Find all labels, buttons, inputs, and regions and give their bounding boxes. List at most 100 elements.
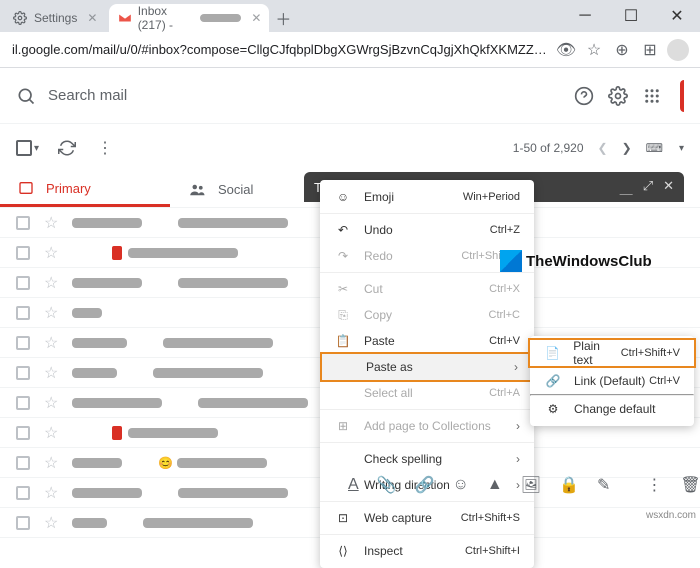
profile-icon[interactable] bbox=[664, 36, 692, 64]
tab-primary[interactable]: Primary bbox=[0, 172, 170, 207]
close-icon[interactable]: ✕ bbox=[87, 11, 97, 25]
redacted-text bbox=[72, 488, 142, 498]
menu-emoji[interactable]: ☺EmojiWin+Period bbox=[320, 184, 534, 210]
star-icon[interactable]: ☆ bbox=[44, 363, 58, 383]
image-icon[interactable]: 🖼 bbox=[521, 475, 541, 495]
menu-paste[interactable]: 📋PasteCtrl+V bbox=[320, 328, 534, 354]
redacted-text bbox=[128, 248, 238, 258]
search-box[interactable]: Search mail bbox=[16, 86, 572, 106]
star-icon[interactable]: ☆ bbox=[44, 423, 58, 443]
close-icon[interactable]: ✕ bbox=[663, 178, 674, 197]
tab-inbox[interactable]: Inbox (217) - ✕ bbox=[109, 4, 269, 32]
redacted-text bbox=[153, 368, 263, 378]
row-checkbox[interactable] bbox=[16, 276, 30, 290]
delete-icon[interactable]: 🗑 bbox=[680, 475, 700, 495]
paste-icon: 📋 bbox=[334, 334, 352, 348]
browser-titlebar: Settings ✕ Inbox (217) - ✕ ＋ ─ ☐ ✕ bbox=[0, 0, 700, 32]
row-checkbox[interactable] bbox=[16, 336, 30, 350]
close-icon[interactable]: ✕ bbox=[251, 11, 261, 25]
emoji-icon[interactable]: ☺ bbox=[453, 476, 469, 494]
prev-page-icon[interactable]: ❮ bbox=[598, 141, 608, 155]
format-icon[interactable]: A bbox=[348, 476, 359, 494]
menu-inspect[interactable]: ⟨⟩InspectCtrl+Shift+I bbox=[320, 538, 534, 564]
chevron-down-icon[interactable]: ▾ bbox=[679, 143, 684, 154]
inspect-icon: ⟨⟩ bbox=[334, 544, 352, 558]
chevron-right-icon: › bbox=[516, 452, 520, 466]
redacted-text bbox=[198, 398, 308, 408]
close-button[interactable]: ✕ bbox=[654, 0, 700, 32]
drive-icon[interactable]: ▲ bbox=[487, 476, 503, 494]
tab-settings[interactable]: Settings ✕ bbox=[4, 4, 105, 32]
apps-icon[interactable] bbox=[640, 84, 664, 108]
row-checkbox[interactable] bbox=[16, 306, 30, 320]
mail-toolbar: ▾ ⋮ 1-50 of 2,920 ❮ ❯ ⌨ ▾ bbox=[0, 124, 700, 172]
tab-label: Settings bbox=[34, 11, 77, 25]
submenu-change-default[interactable]: ⚙Change default bbox=[530, 396, 694, 422]
addon-icon[interactable]: ⊕ bbox=[608, 36, 636, 64]
select-all-checkbox[interactable] bbox=[16, 140, 32, 156]
menu-web-capture[interactable]: ⊡Web captureCtrl+Shift+S bbox=[320, 505, 534, 531]
star-icon[interactable]: ☆ bbox=[44, 213, 58, 233]
avatar[interactable] bbox=[680, 80, 684, 112]
context-menu: ☺EmojiWin+Period ↶UndoCtrl+Z ↷RedoCtrl+S… bbox=[320, 180, 534, 568]
star-icon[interactable]: ☆ bbox=[44, 303, 58, 323]
submenu-link[interactable]: 🔗Link (Default)Ctrl+V bbox=[530, 368, 694, 394]
reader-icon[interactable]: 👁 bbox=[552, 36, 580, 64]
row-checkbox[interactable] bbox=[16, 456, 30, 470]
star-icon[interactable]: ☆ bbox=[44, 393, 58, 413]
redacted-text bbox=[128, 428, 218, 438]
help-icon[interactable] bbox=[572, 84, 596, 108]
redacted-text bbox=[72, 458, 122, 468]
settings-icon[interactable] bbox=[606, 84, 630, 108]
more-icon[interactable]: ⋮ bbox=[95, 138, 115, 158]
star-icon[interactable]: ☆ bbox=[44, 243, 58, 263]
window-controls: ─ ☐ ✕ bbox=[562, 0, 700, 32]
minimize-icon[interactable]: ＿ bbox=[620, 178, 633, 197]
link-icon[interactable]: 🔗 bbox=[415, 475, 435, 495]
pagination-range: 1-50 of 2,920 bbox=[513, 141, 584, 155]
menu-add-collections[interactable]: ⊞Add page to Collections› bbox=[320, 413, 534, 439]
collections-icon: ⊞ bbox=[334, 419, 352, 433]
star-icon[interactable]: ☆ bbox=[44, 453, 58, 473]
people-icon bbox=[188, 181, 206, 199]
star-icon[interactable]: ☆ bbox=[44, 333, 58, 353]
collections-icon[interactable]: ⊞ bbox=[636, 36, 664, 64]
redacted-text bbox=[178, 218, 288, 228]
chevron-right-icon: › bbox=[516, 419, 520, 433]
redacted-text bbox=[72, 398, 162, 408]
submenu-plain-text[interactable]: 📄Plain textCtrl+Shift+V bbox=[530, 340, 694, 366]
more-icon[interactable]: ⋮ bbox=[646, 475, 662, 495]
favorite-icon[interactable]: ☆ bbox=[580, 36, 608, 64]
row-checkbox[interactable] bbox=[16, 396, 30, 410]
maximize-button[interactable]: ☐ bbox=[608, 0, 654, 32]
row-checkbox[interactable] bbox=[16, 486, 30, 500]
chevron-down-icon[interactable]: ▾ bbox=[34, 143, 39, 154]
row-checkbox[interactable] bbox=[16, 216, 30, 230]
redacted-text bbox=[200, 14, 241, 22]
row-checkbox[interactable] bbox=[16, 426, 30, 440]
link-icon: 🔗 bbox=[544, 374, 562, 388]
minimize-button[interactable]: ─ bbox=[562, 0, 608, 32]
refresh-icon[interactable] bbox=[57, 138, 77, 158]
row-checkbox[interactable] bbox=[16, 246, 30, 260]
redacted-text bbox=[72, 218, 142, 228]
row-checkbox[interactable] bbox=[16, 366, 30, 380]
keyboard-icon[interactable]: ⌨ bbox=[646, 141, 663, 155]
gear-icon: ⚙ bbox=[544, 402, 562, 416]
search-placeholder: Search mail bbox=[48, 87, 127, 104]
menu-paste-as[interactable]: Paste as› bbox=[322, 354, 532, 380]
expand-icon[interactable]: ⤢ bbox=[643, 178, 653, 197]
menu-cut[interactable]: ✂CutCtrl+X bbox=[320, 276, 534, 302]
menu-copy[interactable]: ⎘CopyCtrl+C bbox=[320, 302, 534, 328]
pen-icon[interactable]: ✎ bbox=[597, 475, 610, 495]
attach-icon[interactable]: 📎 bbox=[377, 475, 397, 495]
next-page-icon[interactable]: ❯ bbox=[622, 141, 632, 155]
star-icon[interactable]: ☆ bbox=[44, 483, 58, 503]
tab-label: Inbox (217) - bbox=[138, 4, 199, 32]
new-tab-button[interactable]: ＋ bbox=[269, 4, 297, 32]
star-icon[interactable]: ☆ bbox=[44, 273, 58, 293]
menu-select-all[interactable]: Select allCtrl+A bbox=[320, 380, 534, 406]
menu-undo[interactable]: ↶UndoCtrl+Z bbox=[320, 217, 534, 243]
url-text[interactable]: il.google.com/mail/u/0/#inbox?compose=Cl… bbox=[8, 42, 552, 57]
lock-icon[interactable]: 🔒 bbox=[559, 475, 579, 495]
